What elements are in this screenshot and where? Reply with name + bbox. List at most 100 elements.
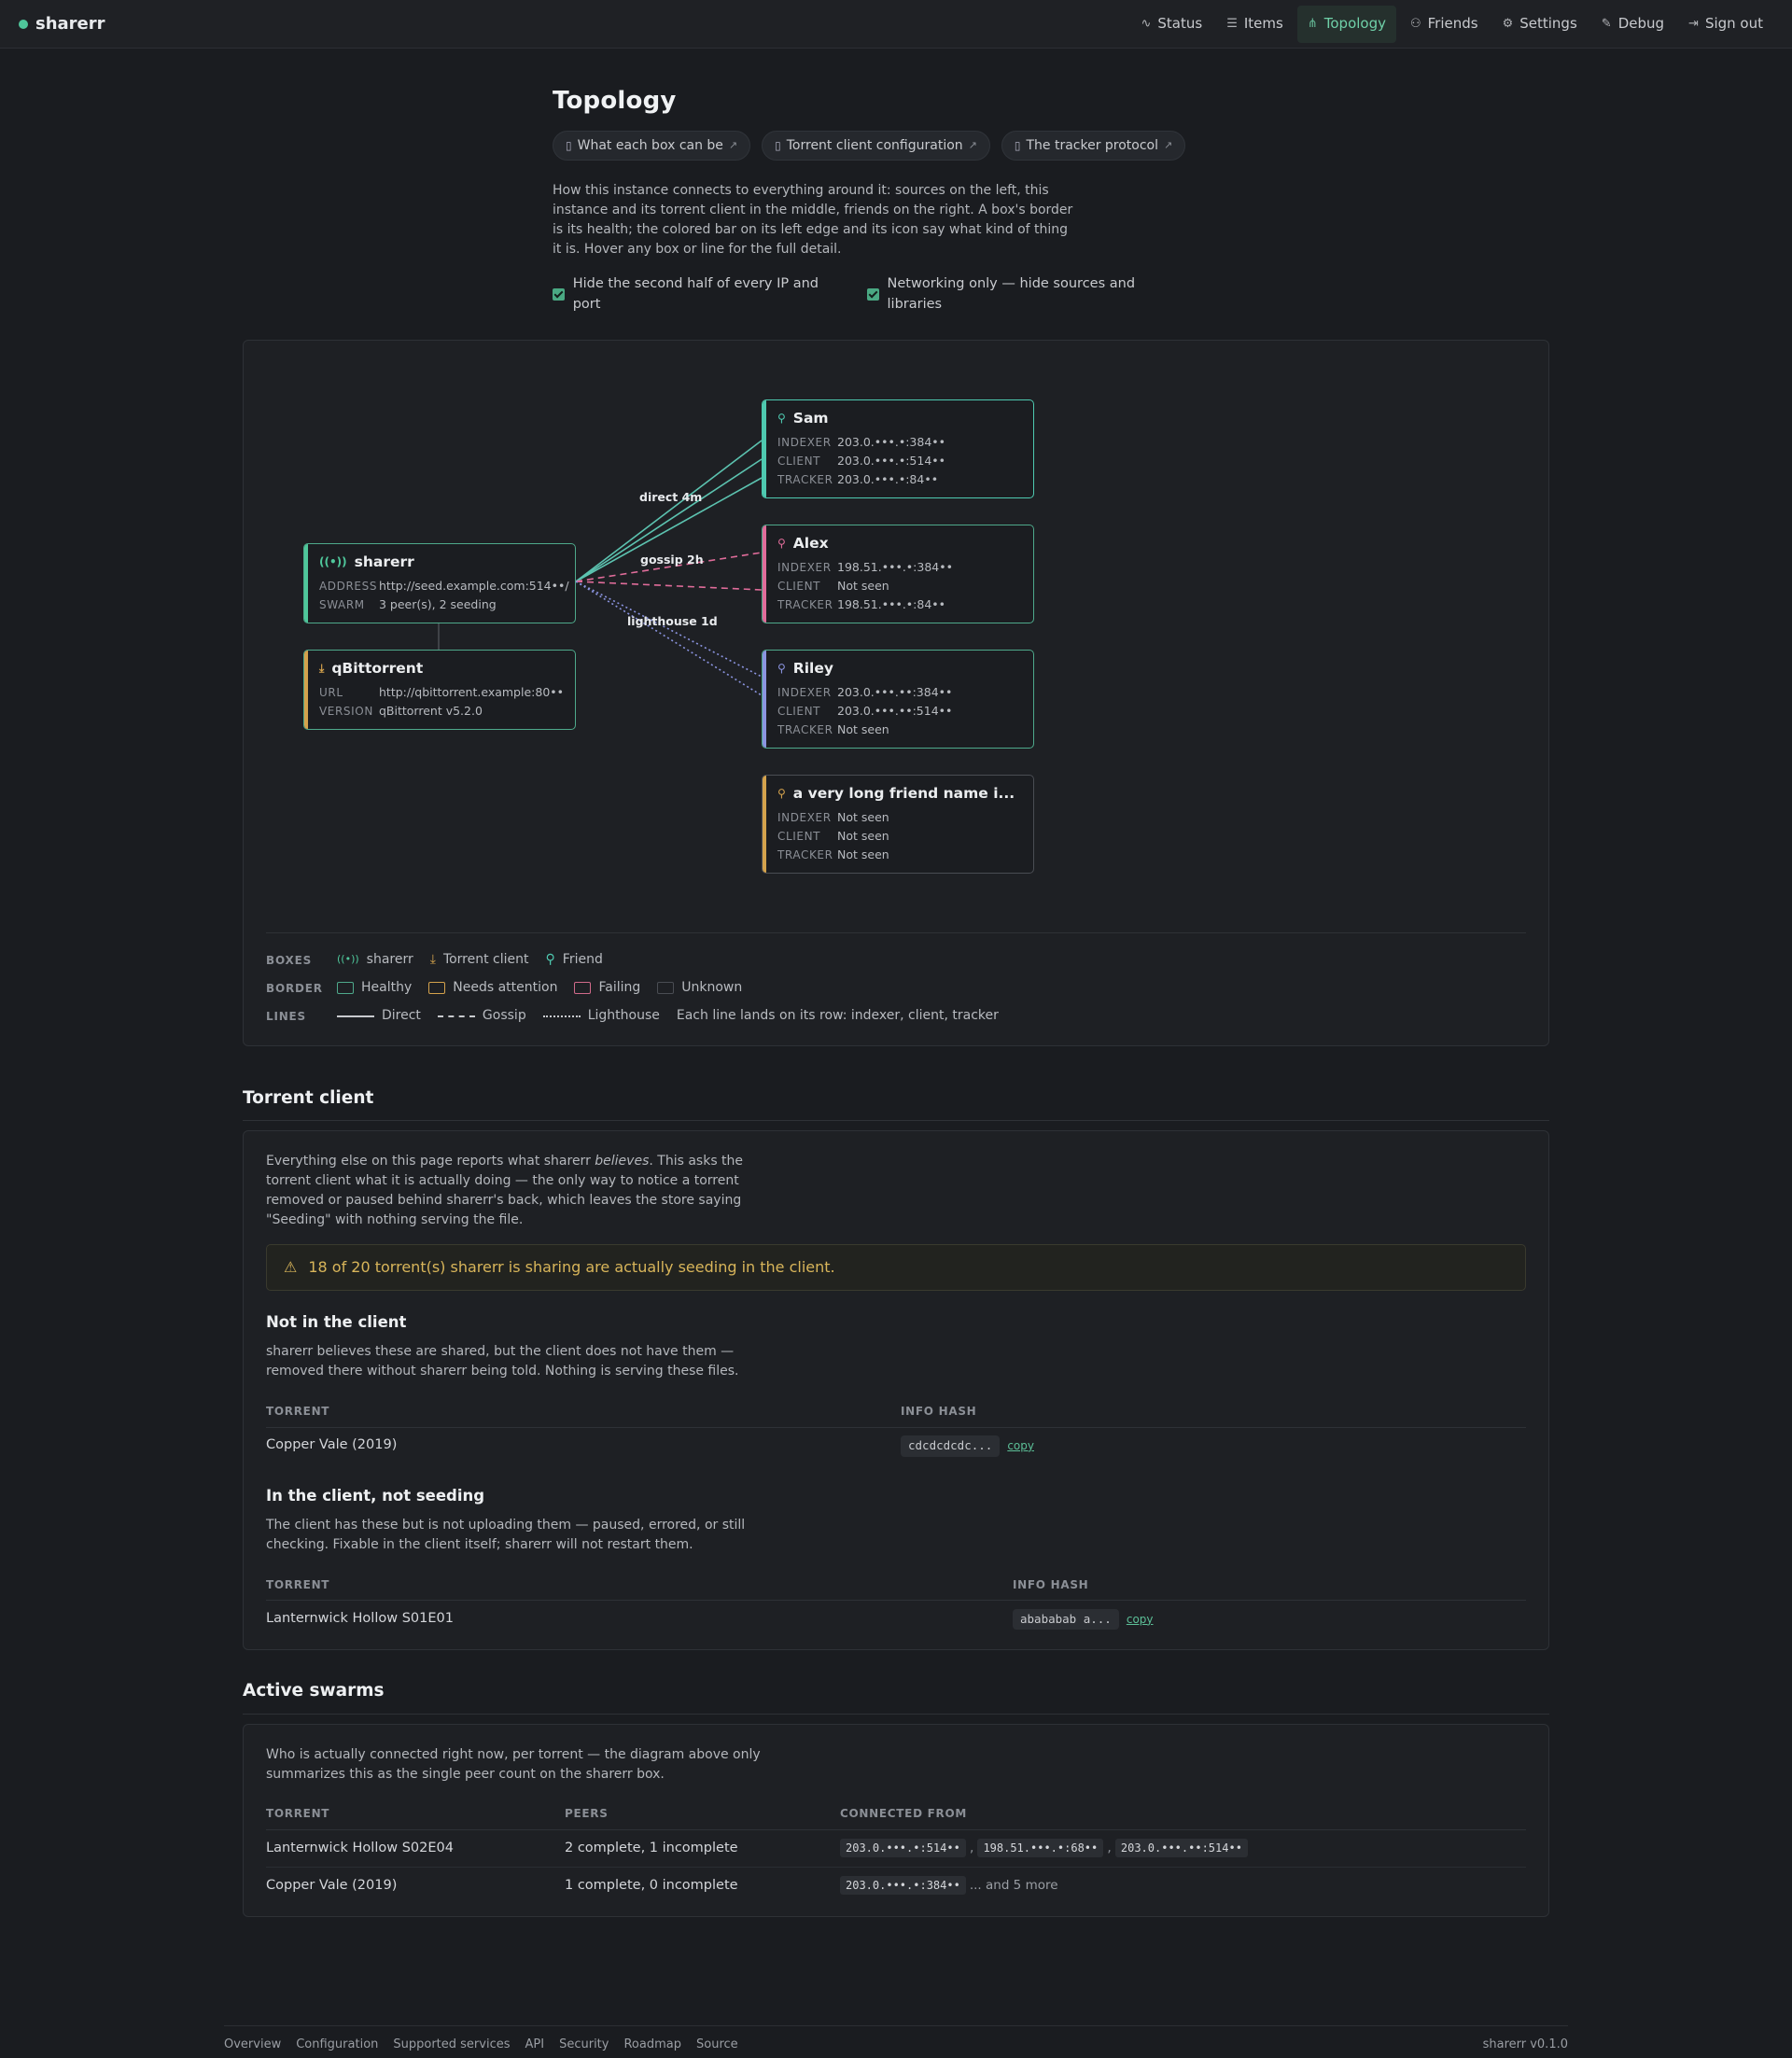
node-value: Not seen [837, 828, 889, 843]
legend-label: Unknown [681, 980, 743, 995]
footer-version: sharerr v0.1.0 [1482, 2037, 1568, 2051]
download-icon: ⤓ [429, 952, 436, 967]
legend-note: Each line lands on its row: indexer, cli… [676, 1008, 999, 1023]
peer-count: 1 complete, 0 incomplete [565, 1877, 738, 1893]
nav-debug[interactable]: ✎ Debug [1591, 6, 1674, 43]
edge-lighthouse-riley-client[interactable] [575, 580, 763, 696]
nav-topology[interactable]: ⋔ Topology [1296, 5, 1396, 43]
person-icon: ⚲ [777, 662, 786, 676]
node-value: Not seen [837, 721, 889, 736]
footer-link-source[interactable]: Source [696, 2036, 738, 2054]
nav-status[interactable]: ∿ Status [1131, 6, 1213, 43]
diagram-options: Hide the second half of every IP and por… [553, 274, 1187, 315]
node-key: TRACKER [777, 847, 833, 861]
node-value: 203.0.•••.••:514•• [837, 703, 953, 718]
torrent-client-intro: Everything else on this page reports wha… [266, 1152, 789, 1230]
node-value: qBittorrent v5.2.0 [379, 703, 483, 718]
legend-label: Direct [382, 1008, 421, 1023]
node-friend-alex[interactable]: ⚲ Alex INDEXER 198.51.•••.•:384•• CLIENT No… [762, 524, 1034, 623]
node-friend-sam[interactable]: ⚲ Sam INDEXER 203.0.•••.•:384•• CLIENT 203.… [762, 399, 1034, 498]
not-in-client-table: TORRENT INFO HASH Copper Vale (2019) cdcd… [266, 1395, 1526, 1464]
edge-label-direct: direct 4m [639, 490, 702, 504]
nav-settings-label: Settings [1519, 15, 1577, 33]
peer-count: 2 complete, 1 incomplete [565, 1829, 840, 1868]
footer-link-supported-services[interactable]: Supported services [393, 2036, 510, 2054]
external-link-icon: ↗ [728, 138, 738, 151]
legend-boxes: BOXES ((•)) sharerr ⤓ Torrent client ⚲ Frie… [266, 946, 1526, 974]
copy-hash-button[interactable]: copy [1127, 1613, 1154, 1626]
node-title: Alex [792, 534, 829, 552]
footer-link-roadmap[interactable]: Roadmap [623, 2036, 681, 2054]
section-swarms-heading: Active swarms [243, 1678, 1549, 1715]
not-seeding-desc: The client has these but is not uploadin… [266, 1517, 746, 1552]
friends-icon: ⚇ [1409, 16, 1421, 31]
checkbox-checked-icon[interactable] [553, 288, 565, 301]
nav-debug-label: Debug [1617, 15, 1665, 33]
footer-link-api[interactable]: API [525, 2036, 545, 2054]
networking-only-checkbox[interactable]: Networking only — hide sources and libra… [866, 274, 1187, 315]
legend-label: Failing [598, 980, 641, 995]
torrent-name: Copper Vale (2019) [266, 1437, 398, 1453]
node-friend-riley[interactable]: ⚲ Riley INDEXER 203.0.•••.••:384•• CLIENT 2… [762, 649, 1034, 749]
node-friend-long-name[interactable]: ⚲ a very long friend name i... INDEXER Not… [762, 774, 1034, 874]
doc-link-boxes[interactable]: ▯ What each box can be ↗ [553, 131, 751, 161]
wrench-icon: ✎ [1601, 16, 1612, 31]
nav-sign-out[interactable]: ⇥ Sign out [1678, 6, 1773, 43]
swarms-table: TORRENT PEERS CONNECTED FROM Lanternwick H… [266, 1798, 1526, 1905]
intro-emphasis: believes [595, 1154, 650, 1169]
node-torrent-client[interactable]: ⤓ qBittorrent URL http://qbittorrent.examp… [303, 649, 576, 730]
doc-link-tracker-protocol[interactable]: ▯ The tracker protocol ↗ [1001, 131, 1186, 161]
torrent-name: Lanternwick Hollow S02E04 [266, 1829, 565, 1868]
node-key: CLIENT [777, 704, 821, 718]
not-in-client-desc: sharerr believes these are shared, but t… [266, 1344, 739, 1379]
doc-link-client-config[interactable]: ▯ Torrent client configuration ↗ [762, 131, 990, 161]
footer-link-overview[interactable]: Overview [224, 2036, 281, 2054]
page-title: Topology [553, 87, 677, 115]
edge-label-gossip: gossip 2h [640, 553, 704, 567]
line-gossip-sample [437, 1015, 475, 1017]
more-peers: ... and 5 more [969, 1877, 1058, 1893]
col-info-hash: INFO HASH [1013, 1568, 1526, 1602]
node-value: 3 peer(s), 2 seeding [379, 596, 497, 611]
brand-link[interactable]: sharerr [19, 11, 105, 36]
nav-friends-label: Friends [1427, 15, 1478, 33]
edge-gossip-alex-tracker[interactable] [575, 580, 763, 591]
node-title: Sam [792, 409, 829, 427]
page-lead: How this instance connects to everything… [553, 183, 1073, 257]
not-seeding-title: In the client, not seeding [266, 1487, 485, 1505]
legend-borders: BORDER Healthy Needs attention Failing U… [266, 974, 1526, 1002]
legend-label: Lighthouse [587, 1008, 660, 1023]
edge-lighthouse-riley-indexer[interactable] [575, 580, 763, 678]
swatch-unknown [657, 982, 675, 994]
hide-ip-checkbox[interactable]: Hide the second half of every IP and por… [553, 274, 845, 315]
copy-hash-button[interactable]: copy [1007, 1439, 1034, 1452]
intro-text: Everything else on this page reports wha… [266, 1154, 595, 1169]
download-icon: ⤓ [319, 662, 325, 676]
node-value: 198.51.•••.•:84•• [837, 596, 946, 611]
nav-sign-out-label: Sign out [1704, 15, 1763, 33]
nav-friends[interactable]: ⚇ Friends [1400, 6, 1489, 43]
checkbox-checked-icon[interactable] [866, 288, 879, 301]
not-seeding-table: TORRENT INFO HASH Lanternwick Hollow S01E… [266, 1568, 1526, 1638]
nav-items[interactable]: ☰ Items [1216, 6, 1294, 43]
node-title: qBittorrent [331, 659, 424, 677]
node-key: TRACKER [777, 597, 833, 611]
node-sharerr[interactable]: ((•)) sharerr ADDRESS http://seed.example.… [303, 542, 576, 623]
topology-diagram: direct 4m gossip 2h lighthouse 1d ((•)) s… [243, 339, 1549, 1046]
legend-label: Gossip [482, 1008, 526, 1023]
node-key: CLIENT [777, 829, 821, 843]
person-icon: ⚲ [545, 952, 555, 967]
footer-links: Overview Configuration Supported service… [224, 2036, 738, 2054]
node-value: Not seen [837, 847, 889, 861]
col-torrent: TORRENT [266, 1395, 901, 1428]
not-in-client-title: Not in the client [266, 1313, 407, 1332]
nav-settings[interactable]: ⚙ Settings [1492, 6, 1588, 43]
col-info-hash: INFO HASH [901, 1395, 1526, 1428]
legend-lines: LINES Direct Gossip Lighthouse Each line… [266, 1002, 1526, 1030]
top-nav: sharerr ∿ Status ☰ Items ⋔ Topology ⚇ Friend… [0, 0, 1792, 49]
legend-label: Healthy [361, 980, 413, 995]
footer-link-security[interactable]: Security [559, 2036, 609, 2054]
torrent-name: Copper Vale (2019) [266, 1877, 398, 1893]
book-icon: ▯ [1014, 139, 1021, 152]
footer-link-configuration[interactable]: Configuration [296, 2036, 378, 2054]
